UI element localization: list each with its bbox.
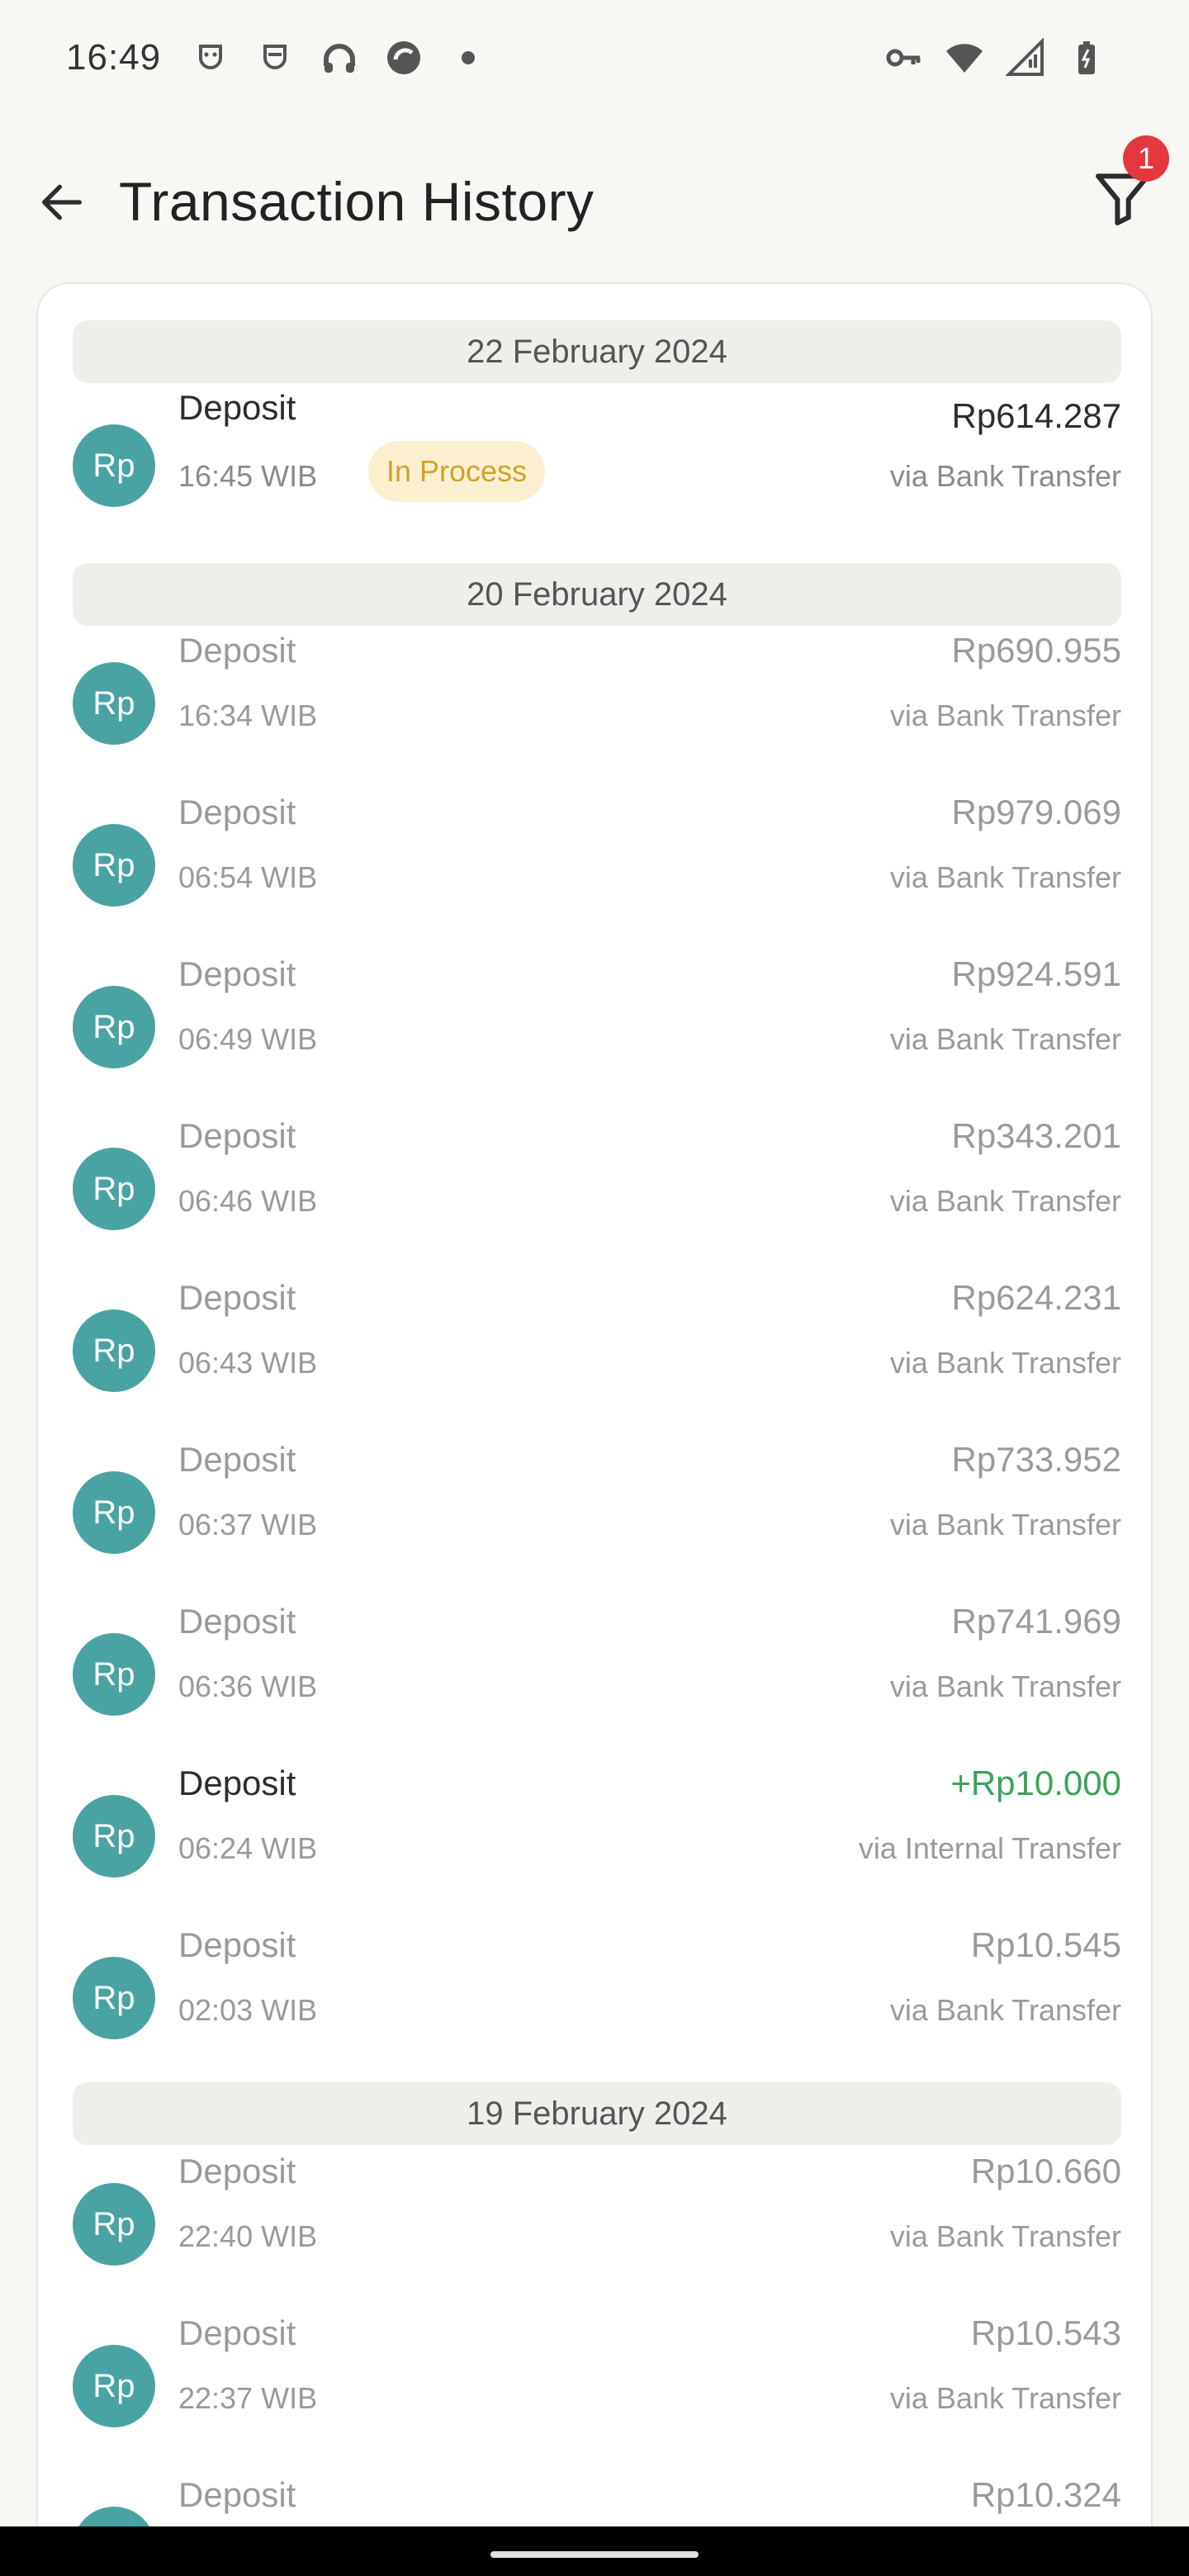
rupiah-avatar: Rp (73, 1795, 155, 1878)
transaction-time: 22:37 WIB (178, 2381, 318, 2415)
transaction-method: via Bank Transfer (889, 2219, 1121, 2253)
transactions-card: 22 February 2024 Rp Deposit 16:45 WIB In… (36, 282, 1153, 2576)
transaction-amount: Rp733.952 (951, 1440, 1121, 1479)
transaction-amount: Rp690.955 (951, 631, 1121, 670)
page-title: Transaction History (119, 171, 594, 232)
rupiah-avatar: Rp (73, 824, 155, 907)
transaction-title: Deposit (178, 388, 296, 427)
transaction-method: via Bank Transfer (889, 1508, 1121, 1541)
rupiah-avatar: Rp (73, 1633, 155, 1716)
transaction-method: via Bank Transfer (889, 698, 1121, 732)
transaction-title: Deposit (178, 1925, 296, 1964)
rupiah-avatar: Rp (73, 2183, 155, 2266)
transaction-method: via Bank Transfer (889, 860, 1121, 894)
transaction-amount: Rp741.969 (951, 1602, 1121, 1641)
transaction-method: via Bank Transfer (889, 1993, 1121, 2027)
transaction-method: via Bank Transfer (889, 1346, 1121, 1380)
transaction-amount: Rp343.201 (951, 1116, 1121, 1155)
transaction-title: Deposit (178, 2313, 296, 2352)
transaction-amount: Rp924.591 (951, 954, 1121, 993)
rupiah-avatar: Rp (73, 1148, 155, 1230)
wifi-icon (945, 38, 984, 78)
transaction-time: 16:45 WIB (178, 459, 318, 493)
browser-icon (384, 38, 424, 78)
transaction-title: Deposit (178, 1764, 296, 1802)
transaction-row[interactable]: Rp Deposit 22:40 WIB Rp10.660 via Bank T… (73, 2152, 1121, 2292)
status-badge: In Process (368, 441, 546, 502)
transaction-time: 06:36 WIB (178, 1669, 318, 1703)
key-icon (883, 38, 923, 78)
navigation-bar (0, 2526, 1189, 2576)
rupiah-avatar: Rp (73, 1957, 155, 2039)
date-header: 19 February 2024 (73, 2082, 1121, 2145)
transaction-row[interactable]: Rp Deposit 16:45 WIB In Process Rp614.28… (73, 388, 1121, 528)
status-icons-left (191, 38, 488, 78)
signal-icon (1006, 38, 1045, 78)
transaction-row[interactable]: Rp Deposit 06:43 WIB Rp624.231 via Bank … (73, 1278, 1121, 1418)
transaction-title: Deposit (178, 1278, 296, 1317)
rupiah-avatar: Rp (73, 1309, 155, 1392)
transaction-time: 06:37 WIB (178, 1508, 318, 1541)
headphones-icon (320, 38, 359, 78)
rupiah-avatar: Rp (73, 2345, 155, 2427)
mask-icon (255, 38, 295, 78)
rupiah-avatar: Rp (73, 424, 155, 507)
transaction-title: Deposit (178, 954, 296, 993)
transaction-row[interactable]: Rp Deposit 06:24 WIB +Rp10.000 via Inter… (73, 1764, 1121, 1904)
status-time: 16:49 (66, 37, 162, 78)
transaction-amount: Rp10.660 (970, 2152, 1121, 2190)
transaction-time: 02:03 WIB (178, 1993, 318, 2027)
transaction-row[interactable]: Rp Deposit 06:46 WIB Rp343.201 via Bank … (73, 1116, 1121, 1257)
rupiah-avatar: Rp (73, 986, 155, 1068)
mask-icon (191, 38, 230, 78)
transaction-time: 06:24 WIB (178, 1831, 318, 1865)
transaction-title: Deposit (178, 1602, 296, 1641)
transaction-amount: Rp10.545 (970, 1925, 1121, 1964)
transaction-row[interactable]: Rp Deposit 02:03 WIB Rp10.545 via Bank T… (73, 1925, 1121, 2066)
rupiah-avatar: Rp (73, 1471, 155, 1554)
transaction-row[interactable]: Rp Deposit 22:37 WIB Rp10.543 via Bank T… (73, 2313, 1121, 2454)
transaction-title: Deposit (178, 631, 296, 670)
transaction-method: via Bank Transfer (889, 459, 1121, 493)
transaction-method: via Bank Transfer (889, 1022, 1121, 1056)
transaction-method: via Bank Transfer (889, 1184, 1121, 1218)
transaction-time: 06:54 WIB (178, 860, 318, 894)
transaction-method: via Internal Transfer (858, 1831, 1121, 1865)
transaction-title: Deposit (178, 1440, 296, 1479)
transaction-method: via Bank Transfer (889, 1669, 1121, 1703)
dot-icon (448, 38, 488, 78)
transaction-row[interactable]: Rp Deposit 06:37 WIB Rp733.952 via Bank … (73, 1440, 1121, 1580)
date-header: 20 February 2024 (73, 563, 1121, 626)
rupiah-avatar: Rp (73, 662, 155, 745)
transaction-title: Deposit (178, 2152, 296, 2190)
transaction-amount: Rp614.287 (951, 396, 1121, 435)
date-header: 22 February 2024 (73, 320, 1121, 383)
transaction-time: 16:34 WIB (178, 698, 318, 732)
filter-badge: 1 (1123, 135, 1169, 182)
battery-icon (1067, 38, 1106, 78)
transaction-row[interactable]: Rp Deposit 06:49 WIB Rp924.591 via Bank … (73, 954, 1121, 1095)
transaction-title: Deposit (178, 793, 296, 831)
arrow-left-icon (42, 184, 82, 220)
status-icons-right (883, 0, 1106, 116)
transaction-amount: +Rp10.000 (950, 1764, 1121, 1802)
transaction-time: 06:43 WIB (178, 1346, 318, 1380)
transaction-method: via Bank Transfer (889, 2381, 1121, 2415)
app-bar: Transaction History (0, 140, 1189, 264)
transaction-amount: Rp624.231 (951, 1278, 1121, 1317)
back-button[interactable] (25, 165, 99, 239)
transaction-time: 06:49 WIB (178, 1022, 318, 1056)
transaction-row[interactable]: Rp Deposit 06:36 WIB Rp741.969 via Bank … (73, 1602, 1121, 1742)
transaction-title: Deposit (178, 2475, 296, 2514)
transaction-row[interactable]: Rp Deposit 16:34 WIB Rp690.955 via Bank … (73, 631, 1121, 771)
transaction-amount: Rp10.324 (970, 2475, 1121, 2514)
transaction-title: Deposit (178, 1116, 296, 1155)
gesture-handle[interactable] (490, 2551, 699, 2558)
transaction-time: 22:40 WIB (178, 2219, 318, 2253)
transaction-time: 06:46 WIB (178, 1184, 318, 1218)
transaction-row[interactable]: Rp Deposit 06:54 WIB Rp979.069 via Bank … (73, 793, 1121, 933)
transaction-amount: Rp979.069 (951, 793, 1121, 831)
transaction-amount: Rp10.543 (970, 2313, 1121, 2352)
status-bar: 16:49 (0, 0, 1189, 116)
